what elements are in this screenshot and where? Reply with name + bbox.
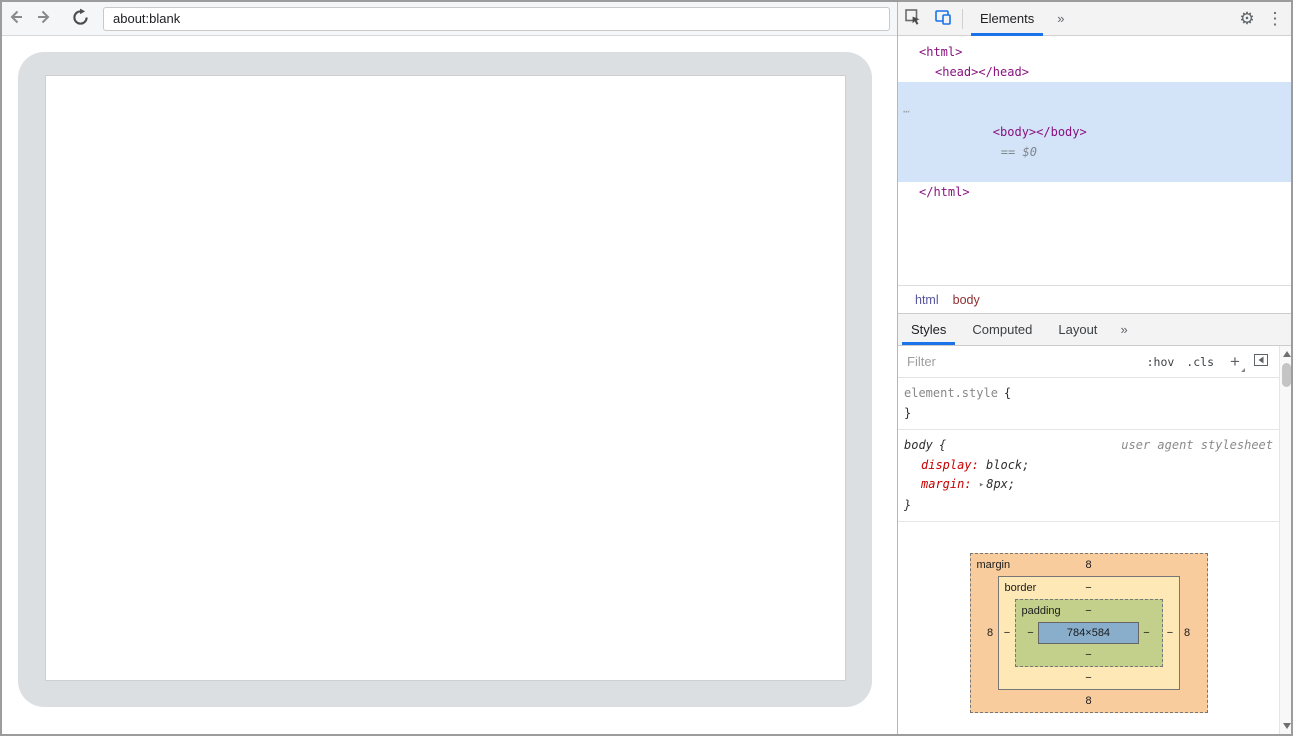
tab-styles[interactable]: Styles bbox=[898, 314, 959, 345]
toggle-computed-sidebar-button[interactable] bbox=[1254, 354, 1268, 369]
styles-filter-input[interactable] bbox=[905, 353, 1141, 370]
dom-tree: <html> <head></head> ⋯ <body></body> == … bbox=[898, 37, 1293, 285]
scroll-up-button[interactable] bbox=[1280, 347, 1293, 361]
reload-button[interactable] bbox=[66, 5, 94, 33]
border-right-value[interactable]: − bbox=[1163, 627, 1178, 639]
styles-filter-bar: :hov .cls + bbox=[898, 346, 1279, 378]
padding-left-value[interactable]: − bbox=[1023, 627, 1038, 639]
padding-top-value[interactable]: − bbox=[1085, 605, 1091, 617]
border-label: border bbox=[1005, 577, 1037, 599]
reload-icon bbox=[71, 8, 90, 30]
plus-icon: + bbox=[1230, 352, 1240, 371]
devtools-panel: Elements » ⚙ ⋮ <html> <head></head> ⋯ <b… bbox=[897, 2, 1293, 734]
browser-toolbar bbox=[2, 2, 897, 36]
devtools-menu-button[interactable]: ⋮ bbox=[1261, 5, 1289, 33]
box-model-content[interactable]: 784×584 bbox=[1038, 622, 1139, 644]
scroll-down-button[interactable] bbox=[1280, 719, 1293, 733]
tab-elements[interactable]: Elements bbox=[967, 2, 1047, 36]
back-arrow-icon bbox=[6, 7, 26, 30]
devtools-toolbar: Elements » ⚙ ⋮ bbox=[898, 2, 1293, 36]
styles-sidebar-tabs: Styles Computed Layout » bbox=[898, 313, 1293, 346]
scroll-down-icon bbox=[1283, 723, 1291, 729]
padding-bottom-value[interactable]: − bbox=[1016, 644, 1162, 666]
padding-right-value[interactable]: − bbox=[1139, 627, 1154, 639]
close-brace: } bbox=[904, 498, 911, 512]
address-bar-input[interactable] bbox=[103, 7, 890, 31]
inspect-element-button[interactable] bbox=[898, 5, 928, 33]
browser-window: Elements » ⚙ ⋮ <html> <head></head> ⋯ <b… bbox=[0, 0, 1293, 736]
selection-annotation: == $0 bbox=[1001, 145, 1037, 159]
page-viewport bbox=[2, 36, 897, 734]
styles-rules: element.style { } user agent stylesheet b… bbox=[898, 378, 1279, 522]
page-content[interactable] bbox=[45, 75, 846, 681]
inline-style-selector[interactable]: element.style bbox=[904, 386, 998, 400]
gear-icon: ⚙ bbox=[1239, 9, 1254, 29]
rule-element-style[interactable]: element.style { } bbox=[898, 378, 1279, 429]
property-value[interactable]: block; bbox=[986, 458, 1029, 472]
breadcrumb: html body bbox=[898, 285, 1293, 313]
new-style-rule-button[interactable]: + bbox=[1224, 351, 1246, 373]
breadcrumb-body[interactable]: body bbox=[946, 290, 987, 310]
margin-label: margin bbox=[977, 554, 1011, 576]
scroll-up-icon bbox=[1283, 351, 1291, 357]
long-press-corner-icon bbox=[1241, 368, 1245, 372]
toggle-hover-state-button[interactable]: :hov bbox=[1147, 355, 1175, 369]
stylesheet-origin-label: user agent stylesheet bbox=[1121, 436, 1273, 456]
dom-node-html-close[interactable]: </html> bbox=[898, 182, 1293, 202]
device-emulation-icon bbox=[934, 8, 952, 29]
tab-computed-label: Computed bbox=[972, 322, 1032, 337]
tab-layout[interactable]: Layout bbox=[1045, 314, 1110, 345]
more-tabs-button[interactable]: » bbox=[1047, 11, 1074, 26]
dom-node-html-open[interactable]: <html> bbox=[898, 42, 1293, 62]
tab-elements-label: Elements bbox=[980, 11, 1034, 26]
forward-arrow-icon bbox=[34, 7, 54, 30]
box-model-border[interactable]: border − − padding − − bbox=[998, 576, 1180, 690]
property-name[interactable]: display: bbox=[921, 458, 979, 472]
open-brace: { bbox=[1004, 386, 1011, 400]
body-selector[interactable]: body bbox=[904, 438, 933, 452]
dom-node-head[interactable]: <head></head> bbox=[898, 62, 1293, 82]
styles-scrollbar[interactable] bbox=[1279, 346, 1293, 734]
breadcrumb-html[interactable]: html bbox=[908, 290, 946, 310]
expand-property-icon[interactable]: ▸ bbox=[979, 480, 984, 490]
margin-bottom-value[interactable]: 8 bbox=[971, 690, 1207, 712]
margin-top-value[interactable]: 8 bbox=[1085, 559, 1091, 571]
css-property-margin[interactable]: margin: ▸8px; bbox=[904, 475, 1273, 496]
toggle-element-classes-button[interactable]: .cls bbox=[1186, 355, 1214, 369]
box-model-margin[interactable]: margin 8 8 border − − bbox=[970, 553, 1208, 713]
inspect-cursor-icon bbox=[904, 8, 922, 29]
property-value[interactable]: 8px; bbox=[986, 477, 1015, 491]
kebab-menu-icon: ⋮ bbox=[1267, 9, 1284, 29]
tab-layout-label: Layout bbox=[1058, 322, 1097, 337]
open-brace: { bbox=[939, 438, 946, 452]
dom-node-body-text: <body></body> bbox=[993, 125, 1087, 139]
scrollbar-thumb[interactable] bbox=[1282, 363, 1291, 387]
margin-left-value[interactable]: 8 bbox=[983, 627, 998, 639]
device-frame bbox=[18, 52, 872, 707]
settings-button[interactable]: ⚙ bbox=[1233, 5, 1261, 33]
device-toolbar-toggle-button[interactable] bbox=[928, 5, 958, 33]
rule-body-user-agent[interactable]: user agent stylesheet body { display: blo… bbox=[898, 430, 1279, 521]
tab-computed[interactable]: Computed bbox=[959, 314, 1045, 345]
margin-right-value[interactable]: 8 bbox=[1180, 627, 1195, 639]
devtools-toolbar-right: ⚙ ⋮ bbox=[1233, 5, 1293, 33]
border-left-value[interactable]: − bbox=[1000, 627, 1015, 639]
property-name[interactable]: margin: bbox=[921, 477, 972, 491]
more-sidebar-tabs-button[interactable]: » bbox=[1110, 322, 1137, 337]
close-brace: } bbox=[904, 406, 911, 420]
border-bottom-value[interactable]: − bbox=[999, 667, 1179, 689]
divider bbox=[962, 9, 963, 29]
sidebar-toggle-icon bbox=[1254, 354, 1268, 369]
tab-styles-label: Styles bbox=[911, 322, 946, 337]
browser-pane bbox=[2, 2, 897, 734]
node-overflow-menu-icon[interactable]: ⋯ bbox=[903, 102, 910, 122]
box-model: margin 8 8 border − − bbox=[898, 522, 1279, 734]
border-top-value[interactable]: − bbox=[1085, 582, 1091, 594]
back-button[interactable] bbox=[2, 5, 30, 33]
padding-label: padding bbox=[1022, 600, 1061, 622]
forward-button[interactable] bbox=[30, 5, 58, 33]
css-property-display[interactable]: display: block; bbox=[904, 456, 1273, 476]
dom-node-body[interactable]: ⋯ <body></body> == $0 bbox=[898, 82, 1293, 182]
box-model-padding[interactable]: padding − − 784×584 − − bbox=[1015, 599, 1163, 667]
